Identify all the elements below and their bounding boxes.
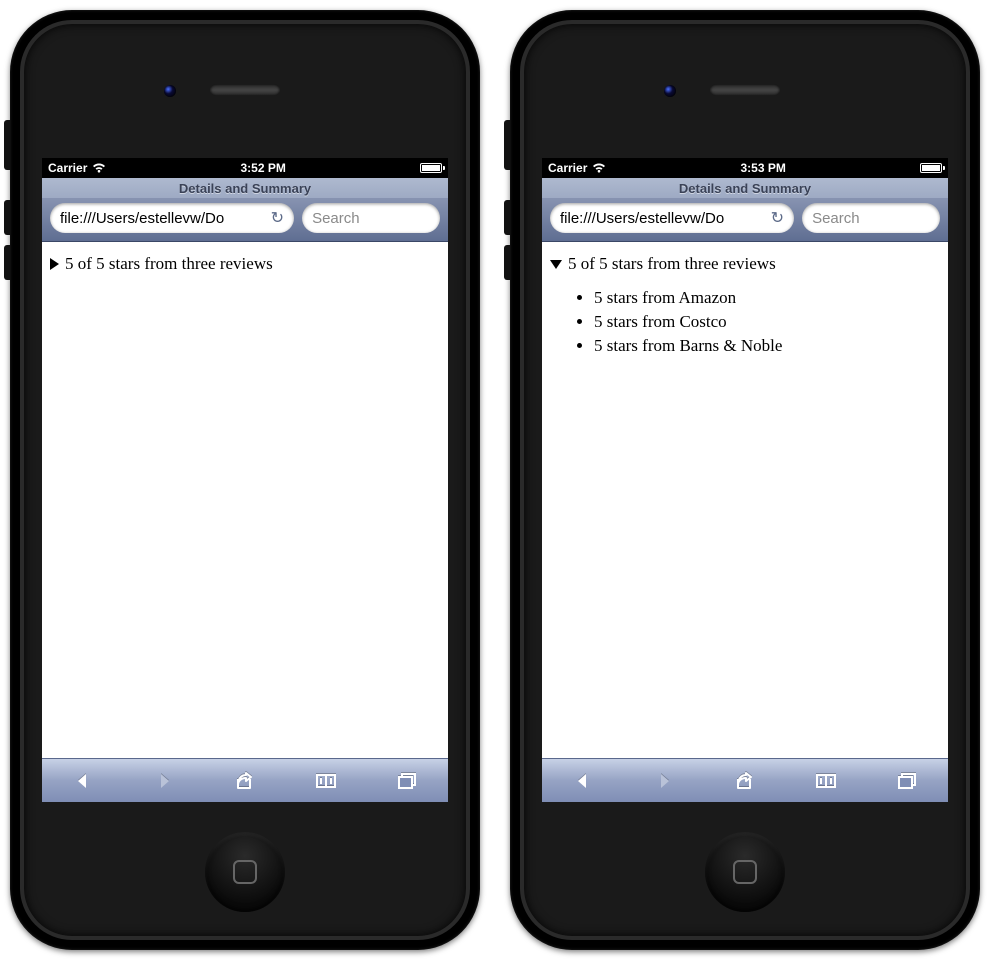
details-list: 5 stars from Amazon 5 stars from Costco … [578, 288, 940, 356]
disclosure-triangle-icon [50, 258, 59, 270]
clock-label: 3:53 PM [606, 161, 920, 175]
earpiece [710, 84, 780, 96]
list-item: 5 stars from Amazon [594, 288, 940, 308]
side-button [4, 200, 10, 235]
list-item: 5 stars from Costco [594, 312, 940, 332]
forward-button[interactable] [642, 772, 686, 790]
browser-chrome: Details and Summary file:///Users/estell… [542, 178, 948, 242]
summary-text: 5 of 5 stars from three reviews [568, 254, 776, 274]
carrier-label: Carrier [548, 161, 587, 175]
summary-text: 5 of 5 stars from three reviews [65, 254, 273, 274]
wifi-icon [592, 163, 606, 173]
home-button[interactable] [205, 832, 285, 912]
forward-button[interactable] [142, 772, 186, 790]
home-square-icon [233, 860, 257, 884]
browser-toolbar [42, 758, 448, 802]
page-title: Details and Summary [542, 178, 948, 198]
status-bar: Carrier 3:53 PM [542, 158, 948, 178]
search-placeholder: Search [812, 210, 860, 227]
share-button[interactable] [723, 771, 767, 791]
side-button [4, 245, 10, 280]
side-button [504, 120, 510, 170]
phone-device: Carrier 3:52 PM Details and Summary file… [10, 10, 480, 950]
camera-icon [164, 85, 176, 97]
side-button [504, 200, 510, 235]
url-bar[interactable]: file:///Users/estellevw/Do ↻ [550, 203, 794, 233]
reload-icon[interactable]: ↻ [765, 208, 784, 228]
bookmarks-button[interactable] [804, 772, 848, 790]
screen: Carrier 3:53 PM Details and Summary file… [542, 158, 948, 802]
side-button [4, 120, 10, 170]
disclosure-triangle-icon [550, 260, 562, 269]
search-input[interactable]: Search [802, 203, 940, 233]
wifi-icon [92, 163, 106, 173]
phone-device: Carrier 3:53 PM Details and Summary file… [510, 10, 980, 950]
home-button[interactable] [705, 832, 785, 912]
browser-toolbar [542, 758, 948, 802]
clock-label: 3:52 PM [106, 161, 420, 175]
side-button [504, 245, 510, 280]
search-input[interactable]: Search [302, 203, 440, 233]
carrier-label: Carrier [48, 161, 87, 175]
share-button[interactable] [223, 771, 267, 791]
page-content[interactable]: 5 of 5 stars from three reviews [42, 242, 448, 758]
url-bar[interactable]: file:///Users/estellevw/Do ↻ [50, 203, 294, 233]
battery-icon [920, 163, 942, 173]
list-item: 5 stars from Barns & Noble [594, 336, 940, 356]
back-button[interactable] [561, 772, 605, 790]
earpiece [210, 84, 280, 96]
details-summary[interactable]: 5 of 5 stars from three reviews [50, 254, 440, 274]
home-square-icon [733, 860, 757, 884]
reload-icon[interactable]: ↻ [265, 208, 284, 228]
search-placeholder: Search [312, 210, 360, 227]
details-summary[interactable]: 5 of 5 stars from three reviews [550, 254, 940, 274]
screen: Carrier 3:52 PM Details and Summary file… [42, 158, 448, 802]
url-text: file:///Users/estellevw/Do [60, 210, 265, 227]
browser-chrome: Details and Summary file:///Users/estell… [42, 178, 448, 242]
tabs-button[interactable] [885, 772, 929, 790]
bookmarks-button[interactable] [304, 772, 348, 790]
page-content[interactable]: 5 of 5 stars from three reviews 5 stars … [542, 242, 948, 758]
tabs-button[interactable] [385, 772, 429, 790]
status-bar: Carrier 3:52 PM [42, 158, 448, 178]
page-title: Details and Summary [42, 178, 448, 198]
battery-icon [420, 163, 442, 173]
url-text: file:///Users/estellevw/Do [560, 210, 765, 227]
camera-icon [664, 85, 676, 97]
back-button[interactable] [61, 772, 105, 790]
